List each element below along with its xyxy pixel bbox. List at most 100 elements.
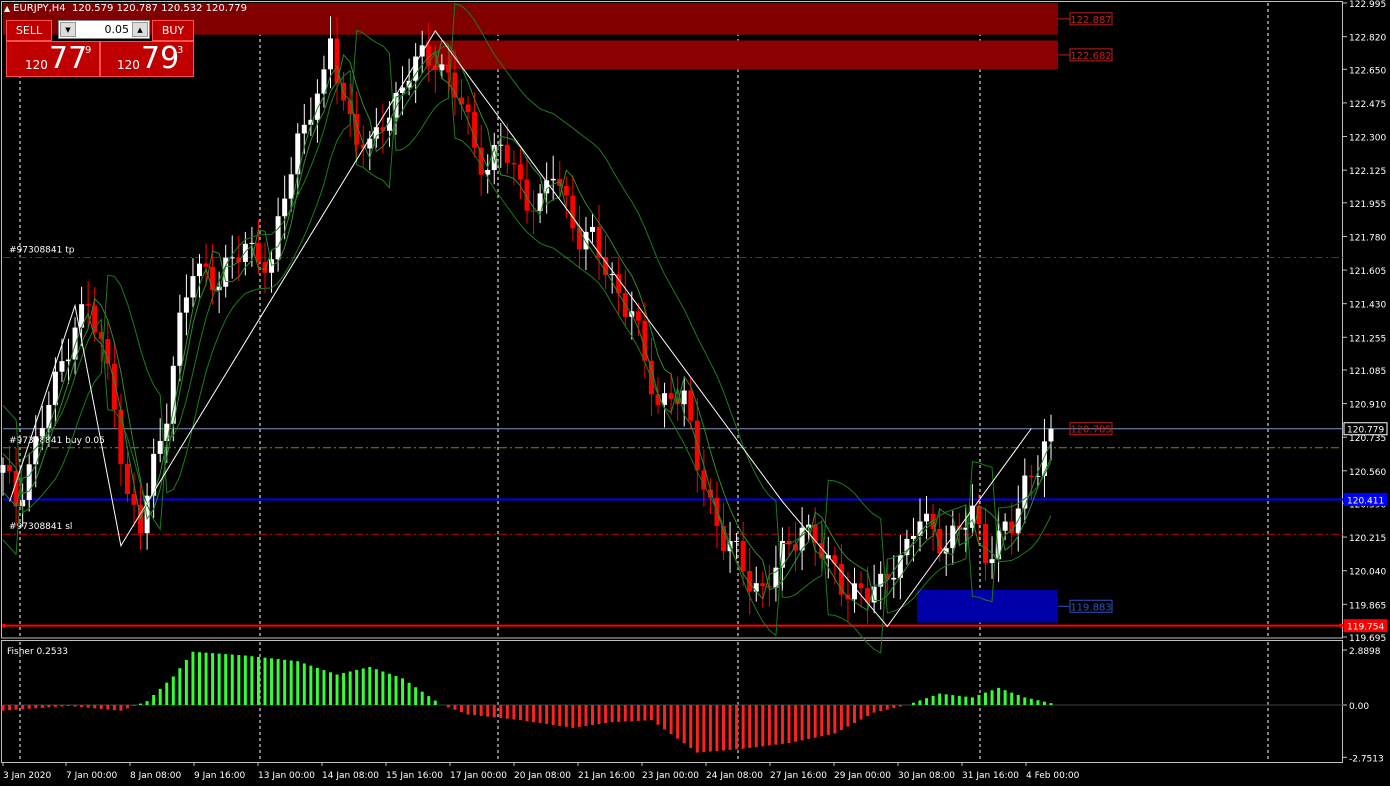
candle-body[interactable] bbox=[989, 559, 995, 564]
candle-body[interactable] bbox=[459, 97, 464, 105]
candle-body[interactable] bbox=[517, 164, 523, 180]
price-tick-label: 122.820 bbox=[1349, 34, 1386, 44]
candle-body[interactable] bbox=[216, 286, 222, 291]
candle-body[interactable] bbox=[668, 393, 674, 399]
collapse-triangle-icon[interactable]: ▲ bbox=[4, 4, 10, 13]
candle-body[interactable] bbox=[550, 178, 556, 181]
line-endpoint-marker[interactable] bbox=[1339, 623, 1343, 628]
candle-body[interactable] bbox=[740, 540, 746, 571]
candle-body[interactable] bbox=[465, 104, 471, 113]
candle-body[interactable] bbox=[609, 274, 615, 276]
price-tick-label: 122.300 bbox=[1349, 134, 1386, 144]
candle-body[interactable] bbox=[590, 226, 595, 232]
candle-body[interactable] bbox=[242, 243, 248, 262]
candle-body[interactable] bbox=[688, 390, 694, 421]
candle-body[interactable] bbox=[301, 124, 307, 134]
time-tick-label: 7 Jan 00:00 bbox=[66, 771, 118, 781]
candle-body[interactable] bbox=[452, 72, 458, 98]
candle-body[interactable] bbox=[7, 465, 13, 471]
candle-body[interactable] bbox=[314, 93, 320, 120]
candle-body[interactable] bbox=[531, 210, 537, 212]
price-tick-label: 121.430 bbox=[1349, 301, 1386, 311]
lot-size-value[interactable]: 0.05 bbox=[77, 21, 130, 38]
candle-body[interactable] bbox=[753, 583, 759, 592]
candle-body[interactable] bbox=[1002, 521, 1008, 531]
price-tick-label: 121.255 bbox=[1349, 334, 1386, 344]
candle-body[interactable] bbox=[478, 147, 484, 175]
candle-body[interactable] bbox=[1028, 475, 1034, 477]
candle-body[interactable] bbox=[1048, 428, 1054, 442]
candle-body[interactable] bbox=[203, 263, 209, 267]
zone-label: 122.682 bbox=[1070, 51, 1111, 62]
candle-body[interactable] bbox=[1022, 475, 1028, 509]
ohlc-values: 120.579 120.787 120.532 120.779 bbox=[72, 3, 247, 14]
supply-demand-zone[interactable] bbox=[917, 589, 1058, 623]
candle-body[interactable] bbox=[288, 174, 294, 199]
candle-body[interactable] bbox=[59, 361, 65, 372]
sell-price-quote[interactable]: 120 77 9 bbox=[6, 41, 100, 77]
candle-body[interactable] bbox=[891, 577, 897, 580]
zone-label: 119.883 bbox=[1070, 602, 1111, 613]
sell-button[interactable]: SELL bbox=[6, 20, 52, 41]
buy-price-quote[interactable]: 120 79 3 bbox=[100, 41, 194, 77]
candle-body[interactable] bbox=[39, 427, 45, 437]
indicator-name: Fisher 0.2533 bbox=[7, 647, 68, 657]
lot-down-arrow-icon[interactable]: ▼ bbox=[60, 22, 76, 37]
time-tick-label: 13 Jan 00:00 bbox=[258, 771, 315, 781]
candle-body[interactable] bbox=[157, 440, 163, 454]
time-tick-label: 8 Jan 08:00 bbox=[130, 771, 182, 781]
indicator-tick-label: -2.7513 bbox=[1349, 754, 1384, 764]
candle-body[interactable] bbox=[504, 144, 510, 163]
candle-body[interactable] bbox=[52, 371, 58, 405]
supply-demand-zone[interactable] bbox=[426, 40, 1058, 70]
candle-body[interactable] bbox=[924, 513, 930, 522]
candle-body[interactable] bbox=[328, 38, 333, 70]
sell-price-pips: 77 bbox=[49, 41, 88, 76]
candle-body[interactable] bbox=[210, 266, 216, 291]
indicator-frame bbox=[1, 640, 1343, 763]
one-click-trading-panel: SELL ▼ 0.05 ▲ BUY 120 77 9 120 79 3 bbox=[6, 20, 194, 77]
candle-body[interactable] bbox=[124, 463, 130, 495]
time-tick-label: 21 Jan 16:00 bbox=[578, 771, 635, 781]
lot-size-field[interactable]: ▼ 0.05 ▲ bbox=[58, 20, 150, 39]
price-tick-label: 122.650 bbox=[1349, 66, 1386, 76]
price-tick-label: 122.475 bbox=[1349, 100, 1386, 110]
candle-body[interactable] bbox=[20, 499, 26, 507]
candle-body[interactable] bbox=[190, 276, 196, 298]
candle-body[interactable] bbox=[563, 186, 569, 196]
candle-body[interactable] bbox=[511, 162, 517, 165]
line-endpoint-marker[interactable] bbox=[2, 623, 6, 628]
candle-body[interactable] bbox=[275, 216, 281, 260]
candle-body[interactable] bbox=[570, 195, 576, 229]
candle-body[interactable] bbox=[983, 523, 988, 564]
candle-body[interactable] bbox=[46, 404, 52, 428]
candle-body[interactable] bbox=[858, 583, 864, 589]
time-tick-label: 14 Jan 08:00 bbox=[322, 771, 379, 781]
time-tick-label: 20 Jan 08:00 bbox=[514, 771, 571, 781]
zone-label: 122.887 bbox=[1070, 15, 1111, 26]
candle-body[interactable] bbox=[734, 540, 740, 542]
candle-body[interactable] bbox=[0, 465, 6, 473]
candle-body[interactable] bbox=[26, 464, 32, 500]
price-tick-label: 121.605 bbox=[1349, 267, 1386, 277]
sell-price-big-figure: 120 bbox=[25, 58, 48, 72]
candle-body[interactable] bbox=[85, 304, 91, 306]
buy-button[interactable]: BUY bbox=[152, 20, 194, 41]
chart-canvas[interactable]: 122.887 122.682 119.883 #97308841 tp #973088… bbox=[0, 0, 1390, 786]
order-line-label: #97308841 tp bbox=[9, 246, 75, 256]
time-tick-label: 9 Jan 16:00 bbox=[194, 771, 246, 781]
candle-body[interactable] bbox=[760, 583, 766, 587]
candle-body[interactable] bbox=[183, 297, 189, 313]
candle-body[interactable] bbox=[282, 198, 288, 217]
candle-body[interactable] bbox=[904, 538, 910, 556]
candle-body[interactable] bbox=[249, 242, 255, 244]
order-line-label: #97308841 buy 0.05 bbox=[9, 436, 105, 446]
candle-body[interactable] bbox=[177, 312, 183, 366]
candle-body[interactable] bbox=[576, 228, 582, 250]
candle-body[interactable] bbox=[197, 263, 202, 277]
lot-up-arrow-icon[interactable]: ▲ bbox=[132, 22, 148, 37]
candle-body[interactable] bbox=[255, 242, 261, 263]
candle-body[interactable] bbox=[681, 390, 687, 405]
candle-body[interactable] bbox=[635, 311, 641, 321]
moving-average-line bbox=[2, 2, 1052, 614]
